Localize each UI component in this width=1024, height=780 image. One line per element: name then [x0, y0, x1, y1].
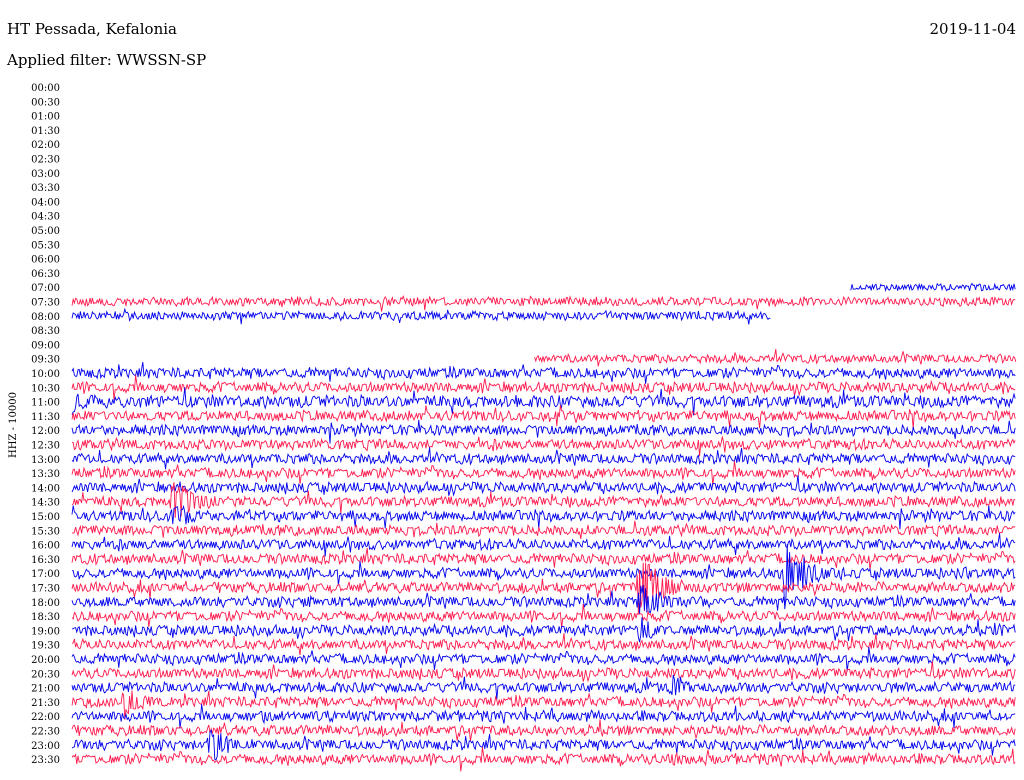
trace-1700: [71, 544, 1016, 610]
row-label-1400: 14:00: [31, 483, 60, 494]
row-label-0200: 02:00: [31, 140, 60, 151]
y-axis-label: HHZ - 10000: [8, 392, 19, 458]
trace-0930: [534, 349, 1017, 367]
trace-0700: [850, 282, 1016, 293]
trace-1630: [71, 547, 1016, 570]
trace-2000: [71, 646, 1016, 672]
row-label-2230: 22:30: [31, 727, 60, 738]
trace-1030: [71, 375, 1016, 400]
row-label-2330: 23:30: [31, 755, 60, 766]
row-label-0000: 00:00: [31, 83, 60, 94]
row-label-0530: 05:30: [31, 240, 60, 251]
trace-1830: [71, 604, 1016, 629]
row-label-0330: 03:30: [31, 183, 60, 194]
trace-2200: [71, 704, 1016, 729]
row-label-1800: 18:00: [31, 598, 60, 609]
row-label-0930: 09:30: [31, 355, 60, 366]
row-label-0630: 06:30: [31, 269, 60, 280]
trace-1130: [71, 405, 1016, 429]
row-label-0700: 07:00: [31, 283, 60, 294]
row-label-1230: 12:30: [31, 441, 60, 452]
row-label-2200: 22:00: [31, 712, 60, 723]
traces: [71, 282, 1017, 772]
trace-0730: [71, 295, 1016, 312]
row-label-1030: 10:30: [31, 383, 60, 394]
trace-1230: [71, 436, 1016, 457]
row-label-1000: 10:00: [31, 369, 60, 380]
row-label-2100: 21:00: [31, 684, 60, 695]
row-label-0830: 08:30: [31, 326, 60, 337]
row-label-1530: 15:30: [31, 526, 60, 537]
trace-2030: [71, 661, 1016, 683]
trace-2330: [71, 747, 1016, 772]
row-labels: 00:00 00:30 01:00 01:30 02:00 02:30 03:00 03:30…: [31, 83, 60, 766]
row-label-1830: 18:30: [31, 612, 60, 623]
row-label-1900: 19:00: [31, 626, 60, 637]
row-label-0400: 04:00: [31, 197, 60, 208]
row-label-2030: 20:30: [31, 669, 60, 680]
row-label-1630: 16:30: [31, 555, 60, 566]
row-label-1600: 16:00: [31, 541, 60, 552]
row-label-1300: 13:00: [31, 455, 60, 466]
row-label-0030: 00:30: [31, 97, 60, 108]
row-label-0230: 02:30: [31, 155, 60, 166]
row-label-0900: 09:00: [31, 340, 60, 351]
trace-1600: [71, 533, 1016, 557]
helicorder-plot: 00:00 00:30 01:00 01:30 02:00 02:30 03:00 03:30…: [8, 83, 1017, 772]
row-label-0800: 08:00: [31, 312, 60, 323]
row-label-1730: 17:30: [31, 584, 60, 595]
row-label-0300: 03:00: [31, 169, 60, 180]
row-label-2000: 20:00: [31, 655, 60, 666]
row-label-1330: 13:30: [31, 469, 60, 480]
row-label-1100: 11:00: [31, 398, 60, 409]
trace-1400: [71, 475, 1016, 497]
trace-2300: [71, 729, 1016, 761]
trace-1500: [71, 504, 1016, 530]
trace-1530: [71, 520, 1016, 539]
row-label-0430: 04:30: [31, 212, 60, 223]
row-label-0600: 06:00: [31, 255, 60, 266]
row-label-1700: 17:00: [31, 569, 60, 580]
trace-0800: [71, 307, 771, 325]
trace-1730: [71, 562, 1016, 614]
row-label-2130: 21:30: [31, 698, 60, 709]
row-label-0730: 07:30: [31, 298, 60, 309]
row-label-2300: 23:00: [31, 741, 60, 752]
row-label-1930: 19:30: [31, 641, 60, 652]
row-label-1200: 12:00: [31, 426, 60, 437]
trace-1000: [71, 362, 1016, 384]
row-label-1130: 11:30: [31, 412, 60, 423]
row-label-1430: 14:30: [31, 498, 60, 509]
trace-1330: [71, 461, 1016, 486]
trace-1300: [71, 447, 1016, 470]
trace-1930: [71, 633, 1016, 656]
trace-2100: [71, 674, 1016, 700]
row-label-1500: 15:00: [31, 512, 60, 523]
row-label-0100: 01:00: [31, 112, 60, 123]
trace-1900: [71, 617, 1016, 643]
trace-1200: [71, 419, 1016, 444]
row-label-0130: 01:30: [31, 126, 60, 137]
row-label-0500: 05:00: [31, 226, 60, 237]
